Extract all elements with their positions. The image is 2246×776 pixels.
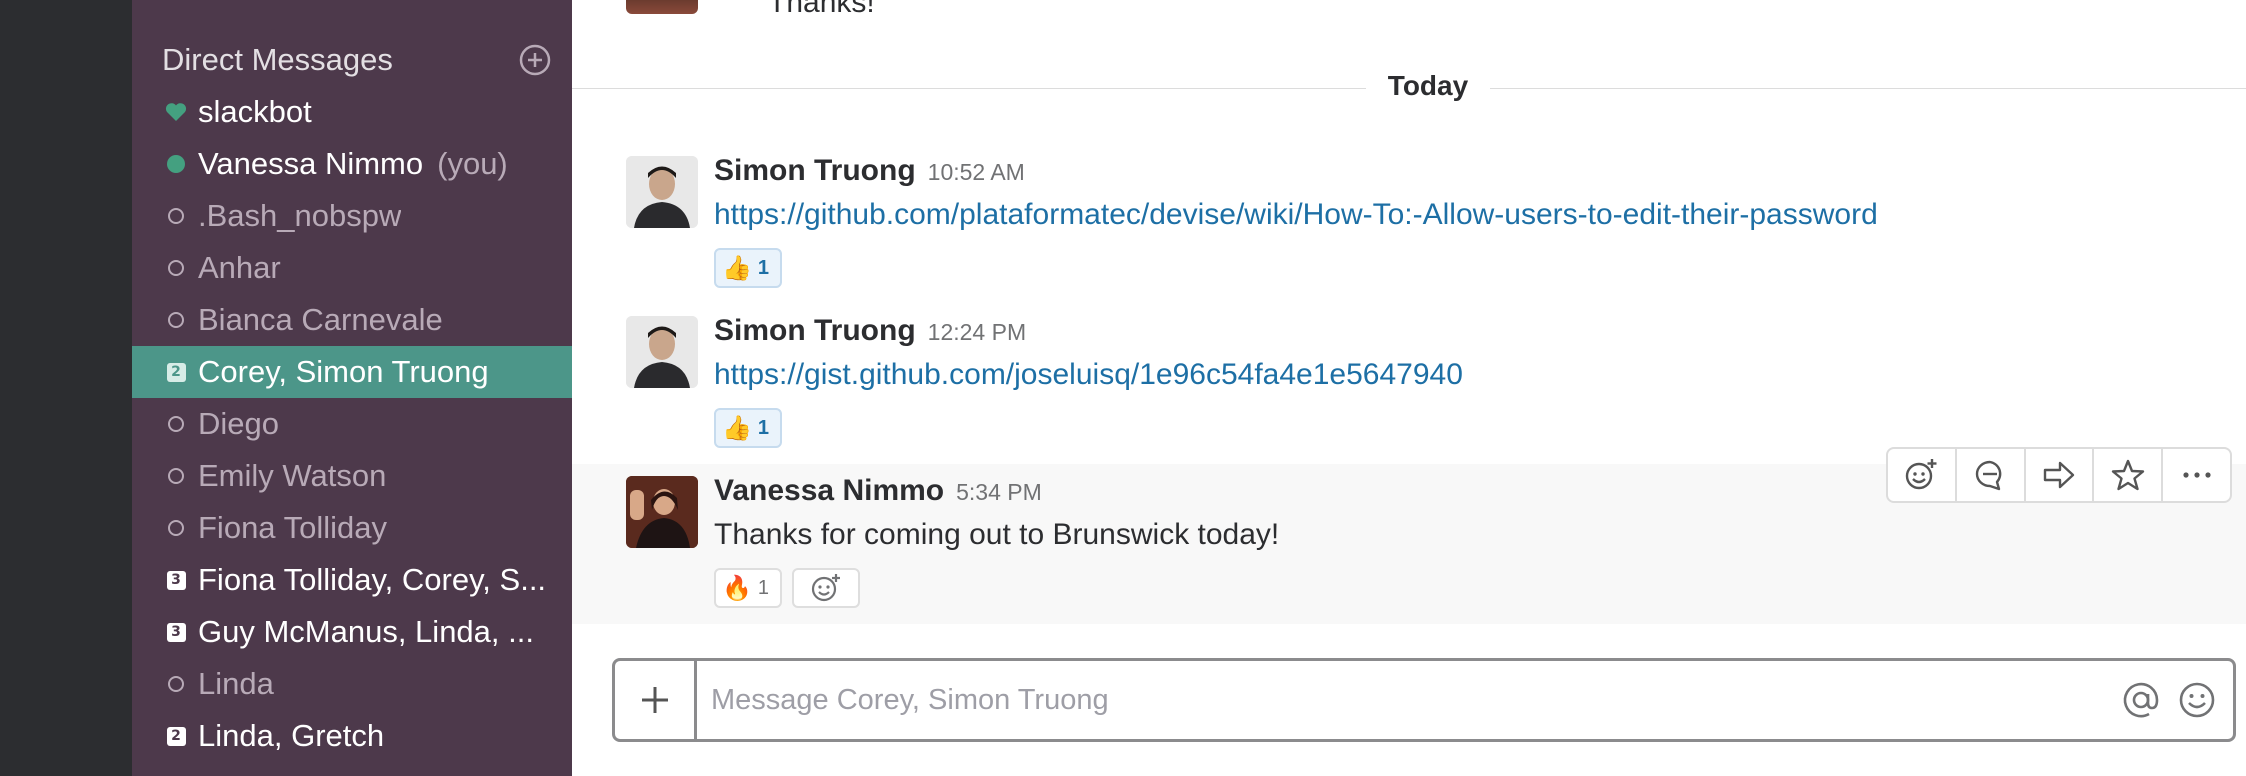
message-text: Thanks! (768, 0, 875, 19)
reactions-bar: 🔥 1 (714, 568, 860, 608)
sidebar: Direct Messages slackbot Vanessa Nimmo (… (132, 0, 572, 776)
start-thread-icon[interactable] (1957, 449, 2026, 501)
group-count-badge: 3 (162, 618, 190, 646)
dm-item-label: .Bash_nobspw (198, 198, 402, 233)
direct-messages-list: slackbot Vanessa Nimmo (you) .Bash_nobsp… (132, 86, 572, 762)
share-message-icon[interactable] (2026, 449, 2095, 501)
thumbs-up-reaction[interactable]: 👍 1 (714, 248, 782, 288)
avatar[interactable] (626, 476, 698, 548)
away-status-icon (162, 462, 190, 490)
dm-item-label: Diego (198, 406, 279, 441)
message-text: Thanks for coming out to Brunswick today… (714, 518, 1280, 551)
you-tag: (you) (437, 146, 508, 181)
plus-icon (641, 687, 668, 713)
heart-icon (162, 98, 190, 126)
dm-item-bianca-carnevale[interactable]: Bianca Carnevale (132, 294, 572, 346)
day-divider-label: Today (1366, 70, 1490, 106)
dm-item-anhar[interactable]: Anhar (132, 242, 572, 294)
mention-icon[interactable] (2113, 672, 2169, 728)
reaction-count: 1 (757, 256, 770, 279)
emoji-icon[interactable] (2169, 672, 2225, 728)
dm-item-vanessa-nimmo[interactable]: Vanessa Nimmo (you) (132, 138, 572, 190)
reaction-count: 1 (757, 576, 770, 599)
avatar[interactable] (626, 316, 698, 388)
team-switcher-rail (0, 0, 132, 776)
away-status-icon (162, 254, 190, 282)
dm-item-label: Emily Watson (198, 458, 387, 493)
away-status-icon (162, 306, 190, 334)
avatar[interactable] (626, 156, 698, 228)
thumbs-up-reaction[interactable]: 👍 1 (714, 408, 782, 448)
away-status-icon (162, 670, 190, 698)
dm-item-diego[interactable]: Diego (132, 398, 572, 450)
sender-name[interactable]: Simon Truong (714, 314, 916, 348)
more-actions-icon[interactable] (2163, 449, 2230, 501)
dm-item-label: Guy McManus, Linda, ... (198, 614, 534, 649)
dm-item-fiona-tolliday-group[interactable]: 3 Fiona Tolliday, Corey, S... (132, 554, 572, 606)
message-composer (612, 658, 2236, 742)
away-status-icon (162, 410, 190, 438)
message-timestamp[interactable]: 10:52 AM (928, 159, 1025, 186)
dm-item-label: Linda (198, 666, 274, 701)
direct-messages-header: Direct Messages (162, 38, 552, 82)
message-header: Simon Truong 12:24 PM (714, 314, 1026, 348)
thumbs-up-icon: 👍 (722, 414, 752, 442)
add-reaction-button[interactable] (792, 568, 860, 608)
online-status-icon (162, 150, 190, 178)
dm-item-label: Bianca Carnevale (198, 302, 443, 337)
dm-item-label: slackbot (198, 94, 312, 129)
avatar[interactable] (626, 0, 698, 14)
attach-file-button[interactable] (615, 661, 697, 739)
message-body: https://gist.github.com/joseluisq/1e96c5… (714, 358, 1463, 392)
message-timestamp[interactable]: 5:34 PM (956, 479, 1042, 506)
group-count-badge: 2 (162, 722, 190, 750)
fire-icon: 🔥 (722, 574, 752, 602)
dm-item-corey-simon-truong[interactable]: 2 Corey, Simon Truong (132, 346, 572, 398)
dm-item-label: Vanessa Nimmo (198, 146, 424, 181)
reactions-bar: 👍 1 (714, 408, 782, 448)
thumbs-up-icon: 👍 (722, 254, 752, 282)
group-count-badge: 3 (162, 566, 190, 594)
message-item: Simon Truong 12:24 PM https://gist.githu… (572, 306, 2246, 462)
message-timestamp[interactable]: 12:24 PM (928, 319, 1026, 346)
dm-item-guy-mcmanus-group[interactable]: 3 Guy McManus, Linda, ... (132, 606, 572, 658)
fire-reaction[interactable]: 🔥 1 (714, 568, 782, 608)
dm-item-emily-watson[interactable]: Emily Watson (132, 450, 572, 502)
message-item: Simon Truong 10:52 AM https://github.com… (572, 146, 2246, 302)
group-count-badge: 2 (162, 358, 190, 386)
dm-item-label: Corey, Simon Truong (198, 354, 489, 389)
dm-item-label: Fiona Tolliday (198, 510, 387, 545)
message-pane: Thanks! Today Simon Truong 10:52 AM http… (572, 0, 2246, 776)
away-status-icon (162, 514, 190, 542)
direct-messages-title[interactable]: Direct Messages (162, 42, 393, 78)
day-divider: Today (572, 68, 2246, 108)
dm-item-slackbot[interactable]: slackbot (132, 86, 572, 138)
message-body: https://github.com/plataformatec/devise/… (714, 198, 1878, 232)
dm-item-linda[interactable]: Linda (132, 658, 572, 710)
reactions-bar: 👍 1 (714, 248, 782, 288)
slack-app: Direct Messages slackbot Vanessa Nimmo (… (0, 0, 2246, 776)
message-link[interactable]: https://gist.github.com/joseluisq/1e96c5… (714, 358, 1463, 391)
dm-item-fiona-tolliday[interactable]: Fiona Tolliday (132, 502, 572, 554)
message-header: Simon Truong 10:52 AM (714, 154, 1025, 188)
message-input[interactable] (697, 661, 2113, 739)
message-link[interactable]: https://github.com/plataformatec/devise/… (714, 198, 1878, 231)
dm-item-linda-gretch[interactable]: 2 Linda, Gretch (132, 710, 572, 762)
away-status-icon (162, 202, 190, 230)
sender-name[interactable]: Simon Truong (714, 154, 916, 188)
star-icon[interactable] (2094, 449, 2164, 501)
message-header: Vanessa Nimmo 5:34 PM (714, 474, 1042, 508)
reaction-count: 1 (757, 416, 770, 439)
dm-item-label: Fiona Tolliday, Corey, S... (198, 562, 547, 597)
dm-item-label: Linda, Gretch (198, 718, 385, 753)
add-reaction-icon (811, 574, 840, 602)
new-direct-message-icon[interactable] (518, 43, 552, 77)
dm-item-label: Anhar (198, 250, 281, 285)
dm-item-bash-nobspw[interactable]: .Bash_nobspw (132, 190, 572, 242)
add-reaction-icon[interactable] (1888, 449, 1957, 501)
sender-name[interactable]: Vanessa Nimmo (714, 474, 944, 508)
message-actions-toolbar (1886, 447, 2232, 503)
